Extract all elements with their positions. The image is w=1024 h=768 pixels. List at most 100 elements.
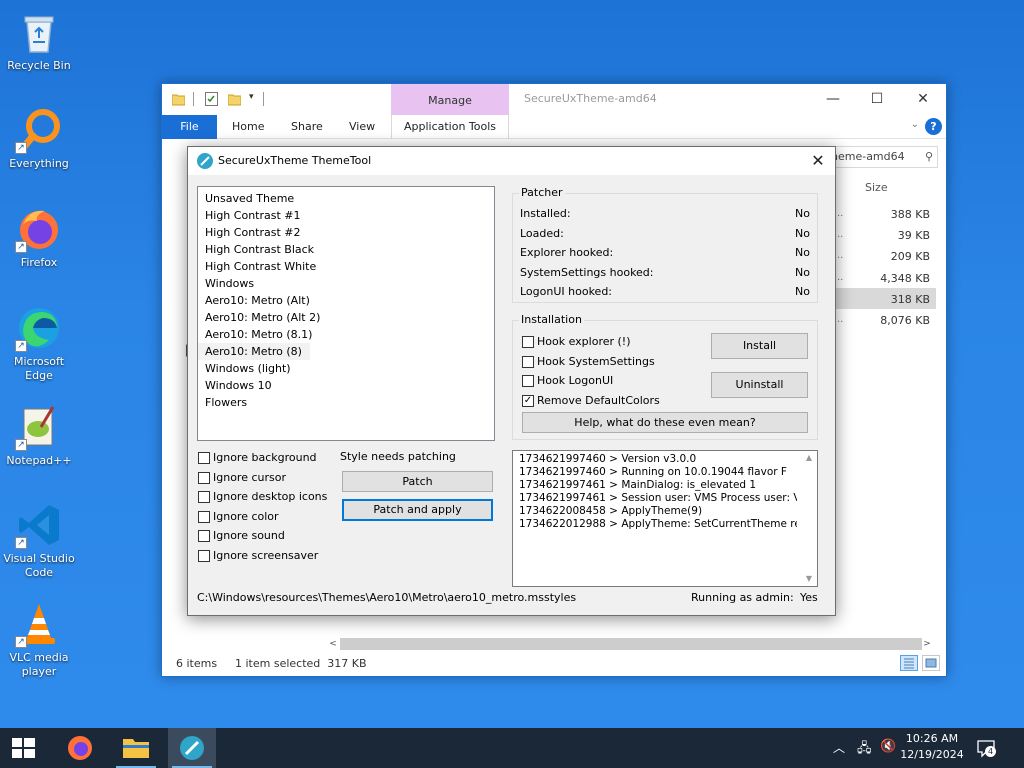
scrollbar-thumb[interactable] [340, 638, 922, 650]
help-icon[interactable]: ? [925, 118, 942, 135]
taskbar-themetool[interactable] [168, 728, 216, 768]
theme-list-item[interactable]: Windows [198, 275, 494, 292]
log-scrollbar[interactable]: ▲ ▼ [801, 451, 817, 586]
themetool-dialog[interactable]: SecureUxTheme ThemeTool ✕ Unsaved Theme H… [187, 146, 836, 616]
theme-list-item[interactable]: Windows 10 [198, 377, 494, 394]
tab-application-tools[interactable]: Application Tools [391, 115, 509, 139]
minimize-icon[interactable]: — [818, 88, 848, 110]
status-key: LogonUI hooked: [520, 285, 613, 298]
theme-list-item[interactable]: Aero10: Metro (8) [198, 343, 310, 360]
properties-icon[interactable] [205, 92, 218, 106]
notification-center[interactable]: 4 [976, 738, 996, 758]
tab-file[interactable]: File [162, 115, 217, 139]
ignore-screensaver-checkbox[interactable]: Ignore screensaver [198, 547, 318, 564]
desktop-icon-everything[interactable]: ↗ Everything [1, 106, 77, 171]
status-key: Installed: [520, 207, 571, 220]
scroll-left-icon[interactable]: < [326, 637, 340, 651]
hook-explorer-checkbox[interactable]: Hook explorer (!) [522, 333, 631, 350]
remove-defaultcolors-checkbox[interactable]: ✓ Remove DefaultColors [522, 392, 660, 409]
install-button[interactable]: Install [711, 333, 808, 359]
shortcut-arrow-icon: ↗ [15, 241, 27, 253]
theme-list[interactable]: Unsaved Theme High Contrast #1 High Contra… [197, 186, 495, 441]
manage-contextual-tab[interactable]: Manage [391, 84, 509, 115]
theme-list-item[interactable]: Aero10: Metro (Alt) [198, 292, 494, 309]
taskbar-firefox[interactable] [56, 728, 104, 768]
theme-list-item[interactable]: High Contrast #2 [198, 224, 494, 241]
file-size-cell[interactable]: 388 KB [850, 208, 930, 221]
desktop-icon-recycle-bin[interactable]: Recycle Bin [1, 8, 77, 73]
file-size-cell[interactable]: 39 KB [850, 229, 930, 242]
scroll-up-icon[interactable]: ▲ [801, 451, 817, 465]
ignore-sound-checkbox[interactable]: Ignore sound [198, 527, 285, 544]
checkbox-box[interactable] [198, 471, 210, 484]
theme-list-item[interactable]: High Contrast Black [198, 241, 494, 258]
theme-list-item[interactable]: Windows (light) [198, 360, 494, 377]
checkbox-box[interactable] [522, 335, 534, 348]
close-icon[interactable]: ✕ [908, 88, 938, 110]
theme-list-item[interactable]: High Contrast White [198, 258, 494, 275]
log-output[interactable]: 1734621997460 > Version v3.0.0 173462199… [512, 450, 818, 587]
volume-muted-icon[interactable]: 🔇 [880, 739, 896, 754]
patch-button[interactable]: Patch [342, 471, 493, 492]
expand-ribbon-icon[interactable]: ⌄ [911, 119, 919, 130]
explorer-titlebar[interactable]: ▾ Manage SecureUxTheme-amd64 — ☐ ✕ [162, 84, 946, 115]
hook-systemsettings-checkbox[interactable]: Hook SystemSettings [522, 353, 655, 370]
desktop-icon-vlc[interactable]: ↗ VLC media player [1, 600, 77, 679]
scroll-right-icon[interactable]: > [920, 637, 934, 651]
ignore-cursor-checkbox[interactable]: Ignore cursor [198, 469, 286, 486]
uninstall-button[interactable]: Uninstall [711, 372, 808, 398]
theme-list-item[interactable]: High Contrast #1 [198, 207, 494, 224]
checkbox-box[interactable] [198, 451, 210, 464]
tab-view[interactable]: View [349, 115, 375, 139]
start-button[interactable] [0, 728, 48, 768]
file-size-cell[interactable]: 209 KB [850, 250, 930, 263]
close-icon[interactable]: ✕ [807, 150, 829, 172]
checkbox-box[interactable] [198, 529, 210, 542]
ignore-desktop-icons-checkbox[interactable]: Ignore desktop icons [198, 488, 327, 505]
desktop-icon-edge[interactable]: ↗ Microsoft Edge [1, 304, 77, 383]
desktop-icon-notepad-plus-plus[interactable]: ↗ Notepad++ [1, 403, 77, 468]
checkbox-box[interactable] [198, 549, 210, 562]
new-folder-icon[interactable] [227, 92, 242, 106]
ignore-color-checkbox[interactable]: Ignore color [198, 508, 279, 525]
file-size-cell[interactable]: 318 KB [850, 293, 930, 306]
large-icons-view-icon[interactable] [922, 655, 940, 671]
checkbox-box[interactable] [522, 374, 534, 387]
window-title: SecureUxTheme-amd64 [524, 92, 657, 105]
clock[interactable]: 10:26 AM 12/19/2024 [897, 731, 967, 763]
details-view-icon[interactable] [900, 655, 918, 671]
logonui-hooked-status-row: LogonUI hooked: No [520, 285, 810, 300]
theme-list-item[interactable]: Aero10: Metro (Alt 2) [198, 309, 494, 326]
scroll-down-icon[interactable]: ▼ [801, 572, 817, 586]
hook-logonui-checkbox[interactable]: Hook LogonUI [522, 372, 613, 389]
desktop-icon-firefox[interactable]: ↗ Firefox [1, 205, 77, 270]
customize-quick-access-icon[interactable]: ▾ [249, 92, 262, 106]
ignore-background-checkbox[interactable]: Ignore background [198, 449, 317, 466]
dialog-titlebar[interactable]: SecureUxTheme ThemeTool ✕ [188, 147, 835, 175]
patch-and-apply-button[interactable]: Patch and apply [342, 499, 493, 521]
checkbox-box[interactable] [198, 490, 210, 503]
tab-share[interactable]: Share [291, 115, 323, 139]
theme-list-item[interactable]: Unsaved Theme [198, 190, 494, 207]
network-icon[interactable]: 🖧 [857, 739, 872, 761]
taskbar-file-explorer[interactable] [112, 728, 160, 768]
maximize-icon[interactable]: ☐ [862, 88, 892, 110]
theme-list-item[interactable]: Aero10: Metro (8.1) [198, 326, 494, 343]
file-size-cell[interactable]: 4,348 KB [850, 272, 930, 285]
help-button[interactable]: Help, what do these even mean? [522, 412, 808, 433]
desktop-icon-vscode[interactable]: ↗ Visual Studio Code [1, 501, 77, 580]
horizontal-scrollbar[interactable]: < > [326, 637, 934, 651]
checkbox-box[interactable] [522, 355, 534, 368]
status-value: No [795, 266, 810, 279]
desktop-icon-label: Microsoft Edge [13, 355, 65, 382]
theme-list-item[interactable]: Flowers [198, 394, 494, 411]
checkbox-box[interactable] [198, 510, 210, 523]
log-line: 1734622012988 > ApplyTheme: SetCurrentTh… [519, 518, 797, 530]
search-box[interactable]: heme-amd64 ⚲ [828, 146, 938, 168]
column-header-size[interactable]: Size [865, 181, 888, 194]
file-size-cell[interactable]: 8,076 KB [850, 314, 930, 327]
checkmark-icon[interactable]: ✓ [522, 394, 534, 407]
log-line: 1734622008458 > ApplyTheme(9) [519, 505, 703, 517]
chevron-up-icon[interactable]: ︿ [833, 739, 845, 756]
tab-home[interactable]: Home [232, 115, 264, 139]
